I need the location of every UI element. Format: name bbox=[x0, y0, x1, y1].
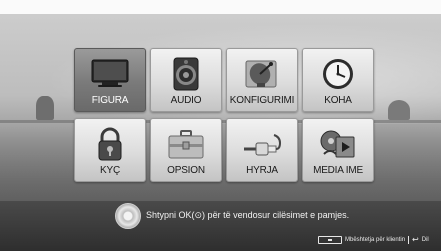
satellite-dish-icon bbox=[245, 60, 277, 88]
toolbox-icon bbox=[168, 130, 204, 159]
clock-icon bbox=[323, 59, 353, 89]
media-icon bbox=[320, 130, 355, 158]
menu-tile-figura[interactable]: FIGURA bbox=[74, 48, 146, 112]
remote-key-icon bbox=[318, 235, 342, 244]
menu-tile-hyrja[interactable]: HYRJA bbox=[226, 118, 298, 182]
customer-support-label: Mbështetja për klientin bbox=[345, 236, 406, 243]
settings-menu-grid: FIGURA AUDIO KONFIGURIMI KOHA KYÇ OPSION… bbox=[74, 48, 374, 184]
menu-tile-label: HYRJA bbox=[246, 165, 278, 176]
menu-tile-media-ime[interactable]: MEDIA IME bbox=[302, 118, 374, 182]
divider bbox=[408, 235, 410, 244]
padlock-icon bbox=[98, 127, 122, 161]
tv-icon bbox=[91, 59, 129, 87]
top-frame bbox=[0, 0, 441, 14]
hint-text: Shtypni OK(⊙) për të vendosur cilësimet … bbox=[146, 210, 350, 220]
menu-tile-label: FIGURA bbox=[91, 95, 129, 106]
menu-tile-label: KONFIGURIMI bbox=[229, 95, 295, 106]
menu-tile-label: MEDIA IME bbox=[313, 165, 363, 176]
menu-tile-konfigurimi[interactable]: KONFIGURIMI bbox=[226, 48, 298, 112]
menu-tile-label: OPSION bbox=[167, 165, 205, 176]
menu-tile-kyc[interactable]: KYÇ bbox=[74, 118, 146, 182]
menu-tile-label: KOHA bbox=[324, 95, 352, 106]
back-arrow-icon: ↩ bbox=[412, 235, 419, 244]
background-tree-left bbox=[36, 96, 54, 120]
menu-tile-audio[interactable]: AUDIO bbox=[150, 48, 222, 112]
speaker-icon bbox=[173, 57, 199, 91]
menu-tile-opsion[interactable]: OPSION bbox=[150, 118, 222, 182]
menu-tile-koha[interactable]: KOHA bbox=[302, 48, 374, 112]
background-tree-right bbox=[388, 100, 410, 120]
exit-label[interactable]: Dil bbox=[422, 237, 429, 243]
cable-connector-icon bbox=[244, 134, 282, 156]
remote-key-hints: Mbështetja për klientin ↩ Dil bbox=[318, 234, 429, 245]
navigation-ok-icon bbox=[115, 203, 141, 229]
menu-tile-label: AUDIO bbox=[170, 95, 202, 106]
menu-tile-label: KYÇ bbox=[100, 165, 120, 176]
tv-settings-screen: FIGURA AUDIO KONFIGURIMI KOHA KYÇ OPSION… bbox=[0, 0, 441, 251]
